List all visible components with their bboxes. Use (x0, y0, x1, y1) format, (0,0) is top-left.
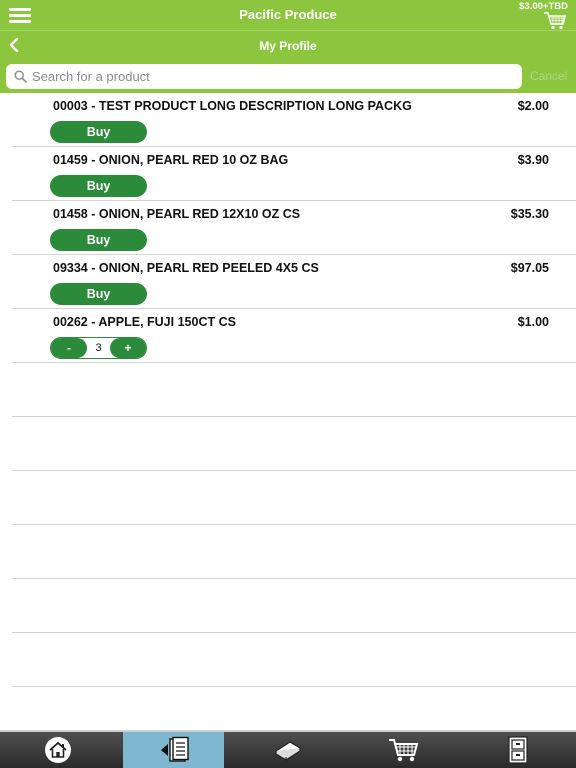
product-price: $3.90 (517, 153, 549, 167)
cart-icon (389, 739, 419, 762)
cabinet-icon (508, 736, 528, 764)
search-box[interactable] (6, 64, 522, 89)
product-row: 01458 - ONION, PEARL RED 12X10 OZ CS $35… (12, 201, 576, 255)
tab-order-guide[interactable] (123, 732, 224, 768)
product-row: 00003 - TEST PRODUCT LONG DESCRIPTION LO… (12, 93, 576, 147)
quantity-stepper: - 3 + (50, 337, 147, 359)
empty-row (12, 471, 576, 525)
buy-button[interactable]: Buy (50, 175, 147, 197)
tab-catalog[interactable] (240, 732, 336, 768)
product-row: 09334 - ONION, PEARL RED PEELED 4X5 CS $… (12, 255, 576, 309)
app-title: Pacific Produce (239, 7, 337, 22)
tab-home[interactable] (0, 732, 116, 768)
buy-button[interactable]: Buy (50, 229, 147, 251)
page-title: My Profile (259, 39, 317, 53)
product-price: $1.00 (517, 315, 549, 329)
product-price: $97.05 (510, 261, 549, 275)
product-list: 00003 - TEST PRODUCT LONG DESCRIPTION LO… (0, 93, 576, 687)
empty-row (12, 363, 576, 417)
product-name: 09334 - ONION, PEARL RED PEELED 4X5 CS (53, 261, 319, 275)
decrement-button[interactable]: - (51, 338, 87, 358)
search-bar: Cancel (0, 59, 576, 93)
app-header: Pacific Produce $3.00+TBD (0, 0, 576, 30)
buy-button[interactable]: Buy (50, 283, 147, 305)
product-row: 01459 - ONION, PEARL RED 10 OZ BAG $3.90… (12, 147, 576, 201)
tab-bar (0, 730, 576, 768)
product-name: 01458 - ONION, PEARL RED 12X10 OZ CS (53, 207, 301, 221)
empty-row (12, 525, 576, 579)
product-name: 00003 - TEST PRODUCT LONG DESCRIPTION LO… (53, 99, 412, 113)
home-icon (45, 737, 71, 763)
tab-account[interactable] (470, 732, 566, 768)
empty-row (12, 579, 576, 633)
search-input[interactable] (32, 67, 512, 86)
increment-button[interactable]: + (110, 338, 146, 358)
product-name: 00262 - APPLE, FUJI 150CT CS (53, 315, 236, 329)
nav-bar: My Profile (0, 30, 576, 59)
cancel-button[interactable]: Cancel (530, 69, 567, 83)
product-name: 01459 - ONION, PEARL RED 10 OZ BAG (53, 153, 289, 167)
buy-button[interactable]: Buy (50, 121, 147, 143)
order-guide-icon (160, 736, 189, 762)
search-icon (14, 70, 27, 83)
empty-row (12, 633, 576, 687)
empty-row (12, 417, 576, 471)
quantity-value[interactable]: 3 (87, 338, 110, 358)
cart-icon[interactable] (543, 11, 567, 31)
product-row: 00262 - APPLE, FUJI 150CT CS $1.00 - 3 + (12, 309, 576, 363)
catalog-book-icon (274, 741, 302, 761)
product-price: $2.00 (517, 99, 549, 113)
product-price: $35.30 (510, 207, 549, 221)
tab-cart[interactable] (355, 732, 451, 768)
